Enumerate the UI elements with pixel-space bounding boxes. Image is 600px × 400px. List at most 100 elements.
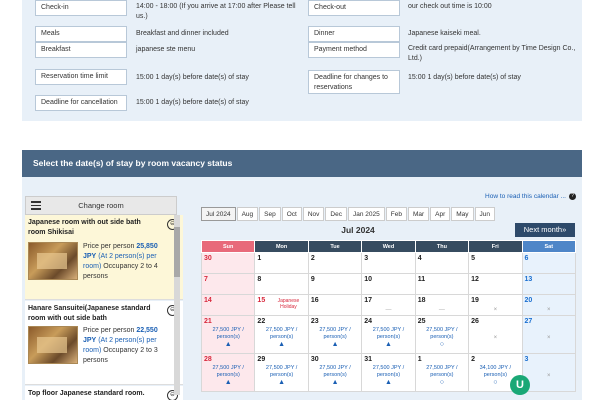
calendar-area: How to read this calendar ...? Jul 2024 … bbox=[183, 177, 582, 400]
room-title[interactable]: Japanese room with out side bath room Sh… bbox=[28, 218, 153, 238]
month-tab-oct[interactable]: Oct bbox=[281, 207, 302, 221]
full-mark: × bbox=[547, 307, 551, 313]
few-left-mark: ▲ bbox=[331, 379, 339, 386]
few-left-mark: ▲ bbox=[385, 341, 392, 348]
day-number: 30 bbox=[310, 356, 319, 363]
help-icon[interactable]: ? bbox=[569, 193, 576, 200]
day-price[interactable]: 27,500 JPY / person(s) bbox=[204, 365, 252, 379]
day-number: 25 bbox=[417, 318, 426, 325]
day-price[interactable]: 27,500 JPY / person(s) bbox=[311, 365, 359, 379]
month-tab-aug[interactable]: Aug bbox=[236, 207, 259, 221]
few-left-mark: ▲ bbox=[278, 379, 286, 386]
calendar-day[interactable]: 23 27,500 JPY / person(s) ▲ bbox=[307, 315, 363, 354]
scrollbar-thumb[interactable] bbox=[174, 227, 180, 277]
room-card-sansuitei[interactable]: Hanare Sansuitei(Japanese standard room … bbox=[25, 301, 193, 385]
calendar-day[interactable]: 29 27,500 JPY / person(s) ▲ bbox=[254, 353, 309, 392]
calendar-day: 2 bbox=[307, 252, 363, 274]
calendar-day[interactable]: 25 27,500 JPY / person(s) ○ bbox=[414, 315, 470, 354]
day-number: 23 bbox=[310, 318, 319, 325]
day-price[interactable]: 27,500 JPY / person(s) bbox=[204, 327, 252, 341]
month-tab-may[interactable]: May bbox=[451, 207, 474, 221]
payment-label: Payment method bbox=[308, 42, 400, 58]
room-currency: JPY bbox=[83, 253, 97, 260]
room-title[interactable]: Top floor Japanese standard room. bbox=[28, 389, 153, 399]
available-mark: ○ bbox=[439, 379, 445, 386]
day-number: 3 bbox=[524, 356, 529, 363]
day-price[interactable]: 27,500 JPY / person(s) bbox=[257, 327, 305, 341]
room-card-top-floor[interactable]: Top floor Japanese standard room. ⊖ bbox=[25, 386, 193, 400]
room-card-shikisai[interactable]: Japanese room with out side bath room Sh… bbox=[25, 215, 193, 300]
day-price[interactable]: 27,500 JPY / person(s) bbox=[257, 365, 305, 379]
reservation-time-label: Reservation time limit bbox=[35, 69, 127, 85]
month-tab-apr[interactable]: Apr bbox=[430, 207, 451, 221]
calendar-day[interactable]: 1 27,500 JPY / person(s) ○ bbox=[414, 353, 470, 392]
calendar-day: 30 bbox=[200, 252, 256, 274]
few-left-mark: ▲ bbox=[331, 341, 339, 348]
day-number: 1 bbox=[417, 356, 422, 363]
day-price[interactable]: 27,500 JPY / person(s) bbox=[418, 327, 466, 341]
next-month-button[interactable]: Next month» bbox=[515, 223, 575, 237]
calendar-day: 16 bbox=[307, 294, 363, 316]
calendar-day: 3 bbox=[361, 252, 416, 274]
change-room-header[interactable]: Change room bbox=[25, 196, 177, 215]
calendar-day[interactable]: 31 27,500 JPY / person(s) ▲ bbox=[361, 353, 416, 392]
breakfast-value: japanese ste menu bbox=[136, 46, 196, 53]
month-tab-jul-2024[interactable]: Jul 2024 bbox=[201, 207, 236, 221]
month-tab-sep[interactable]: Sep bbox=[259, 207, 281, 221]
meals-value: Breakfast and dinner included bbox=[136, 30, 229, 37]
unavailable-mark: — bbox=[385, 307, 392, 313]
reservation-time-value: 15:00 1 day(s) before date(s) of stay bbox=[136, 74, 249, 81]
room-sidebar: Change room Japanese room with out side … bbox=[22, 177, 193, 400]
day-price[interactable]: 27,500 JPY / person(s) bbox=[364, 327, 412, 341]
day-price[interactable]: 27,500 JPY / person(s) bbox=[311, 327, 359, 341]
month-tab-mar[interactable]: Mar bbox=[407, 207, 430, 221]
calendar-day: 19 × bbox=[468, 294, 523, 316]
calendar-day[interactable]: 28 27,500 JPY / person(s) ▲ bbox=[200, 353, 256, 392]
day-number: 5 bbox=[471, 255, 476, 262]
month-tab-nov[interactable]: Nov bbox=[302, 207, 325, 221]
help-link-label[interactable]: How to read this calendar bbox=[485, 193, 559, 200]
room-title[interactable]: Hanare Sansuitei(Japanese standard room … bbox=[28, 304, 153, 324]
weekday-tue: Tue bbox=[307, 240, 363, 253]
day-number: 21 bbox=[204, 318, 212, 325]
room-list-scrollbar[interactable] bbox=[174, 215, 180, 395]
day-number: 12 bbox=[471, 276, 479, 283]
calendar-day[interactable]: 24 27,500 JPY / person(s) ▲ bbox=[361, 315, 416, 354]
calendar-day: 4 bbox=[414, 252, 470, 274]
checkout-label: Check-out bbox=[308, 0, 400, 16]
day-number: 13 bbox=[524, 276, 533, 283]
day-number: 17 bbox=[364, 297, 373, 304]
month-tab-jan-2025[interactable]: Jan 2025 bbox=[347, 207, 385, 221]
change-room-label: Change room bbox=[78, 201, 124, 210]
day-number: 16 bbox=[310, 297, 319, 304]
calendar-day: 6 bbox=[521, 252, 577, 274]
weekday-fri: Fri bbox=[468, 240, 523, 253]
day-number: 29 bbox=[257, 356, 266, 363]
day-price[interactable]: 27,500 JPY / person(s) bbox=[418, 365, 466, 379]
day-number: 14 bbox=[204, 297, 212, 304]
month-tab-dec[interactable]: Dec bbox=[325, 207, 347, 221]
chat-widget-button[interactable]: U bbox=[510, 375, 530, 395]
day-number: 4 bbox=[417, 255, 422, 262]
day-number: 10 bbox=[364, 276, 373, 283]
calendar-day: 17 — bbox=[361, 294, 416, 316]
full-mark: × bbox=[493, 335, 498, 341]
month-tab-jun[interactable]: Jun bbox=[474, 207, 496, 221]
calendar-day[interactable]: 21 27,500 JPY / person(s) ▲ bbox=[200, 315, 256, 354]
weekday-sun: Sun bbox=[200, 240, 256, 253]
room-currency: JPY bbox=[83, 337, 97, 344]
day-number: 2 bbox=[310, 255, 315, 262]
day-number: 22 bbox=[257, 318, 266, 325]
calendar-day: 5 bbox=[468, 252, 523, 274]
calendar-help-link[interactable]: How to read this calendar ...? bbox=[485, 193, 576, 200]
calendar-day: 1 bbox=[254, 252, 309, 274]
day-price[interactable]: 27,500 JPY / person(s) bbox=[364, 365, 412, 379]
next-month-label[interactable]: Next month bbox=[524, 225, 562, 234]
calendar-day[interactable]: 30 27,500 JPY / person(s) ▲ bbox=[307, 353, 363, 392]
month-tab-feb[interactable]: Feb bbox=[385, 207, 407, 221]
day-number: 11 bbox=[417, 276, 426, 283]
price-prefix: Price per person bbox=[83, 327, 135, 334]
calendar-day: 15 Japanese Holiday bbox=[254, 294, 309, 316]
calendar-grid: Sun Mon Tue Wed Thu Fri Sat 30 1 2 3 4 5… bbox=[200, 240, 577, 392]
calendar-day[interactable]: 22 27,500 JPY / person(s) ▲ bbox=[254, 315, 309, 354]
